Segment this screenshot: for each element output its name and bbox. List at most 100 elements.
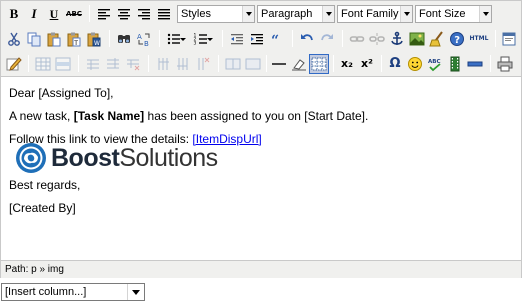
remove-format-button[interactable] <box>289 54 309 74</box>
indent-button[interactable] <box>247 29 267 49</box>
paste-word-button[interactable]: W <box>84 29 104 49</box>
logo-text-boost: Boost <box>51 144 120 172</box>
find-button[interactable] <box>114 29 134 49</box>
split-cells-button[interactable] <box>223 54 243 74</box>
edit-button[interactable] <box>4 54 24 74</box>
align-justify-button[interactable] <box>154 4 174 24</box>
svg-text:B: B <box>144 40 149 47</box>
blockquote-icon: “ <box>271 33 279 47</box>
insert-row-after-icon <box>107 58 119 69</box>
paste-button[interactable] <box>44 29 64 49</box>
paragraph-dropdown[interactable]: Paragraph <box>257 5 335 23</box>
created-by-line: [Created By] <box>9 201 76 215</box>
html-source-button[interactable]: HTML <box>467 29 491 49</box>
horizontal-rule-button[interactable] <box>269 54 289 74</box>
html-source-icon: HTML <box>469 35 489 42</box>
special-char-button[interactable]: Ω <box>385 54 405 74</box>
align-center-button[interactable] <box>114 4 134 24</box>
paste-icon <box>47 32 61 47</box>
logo-text-solutions: Solutions <box>119 144 218 172</box>
split-cells-icon <box>225 58 241 70</box>
undo-button[interactable] <box>297 29 317 49</box>
preview-button[interactable] <box>499 29 519 49</box>
table-button[interactable] <box>33 54 53 74</box>
anchor-button[interactable] <box>387 29 407 49</box>
svg-text:?: ? <box>454 35 460 46</box>
align-left-icon <box>98 9 110 20</box>
link-button[interactable] <box>347 29 367 49</box>
chevron-down-icon <box>322 6 334 22</box>
align-right-button[interactable] <box>134 4 154 24</box>
visual-aid-button[interactable] <box>309 54 329 74</box>
subscript-icon: x₂ <box>341 57 353 70</box>
emoticons-button[interactable] <box>405 54 425 74</box>
find-icon <box>118 35 130 43</box>
image-button[interactable] <box>407 29 427 49</box>
replace-icon: AB <box>137 33 150 47</box>
outdent-button[interactable] <box>227 29 247 49</box>
element-path: Path: p » img <box>5 264 64 275</box>
align-center-icon <box>118 9 130 20</box>
italic-button[interactable]: I <box>24 4 44 24</box>
media-button[interactable] <box>445 54 465 74</box>
insert-col-after-icon <box>177 58 188 70</box>
help-icon: ? <box>450 32 464 46</box>
svg-text:T: T <box>73 40 78 47</box>
emoticons-icon <box>408 57 422 71</box>
chevron-down-icon <box>127 284 144 300</box>
toolbar-row-1: B I U ABC Styles Paragraph Font Family F… <box>1 1 521 26</box>
copy-icon <box>27 32 41 47</box>
underline-button[interactable]: U <box>44 4 64 24</box>
insert-col-after-button[interactable] <box>173 54 193 74</box>
insert-row-before-button[interactable] <box>83 54 103 74</box>
svg-text:“: “ <box>271 33 279 47</box>
styles-dropdown[interactable]: Styles <box>177 5 255 23</box>
cut-button[interactable] <box>4 29 24 49</box>
remove-format-icon <box>292 59 306 71</box>
subscript-button[interactable]: x₂ <box>337 54 357 74</box>
font-size-dropdown[interactable]: Font Size <box>415 5 492 23</box>
delete-row-button[interactable] <box>123 54 143 74</box>
spellcheck-button[interactable]: ABC <box>425 54 445 74</box>
regards-line: Best regards, <box>9 178 81 192</box>
special-char-icon: Ω <box>389 56 401 71</box>
link-icon <box>349 36 365 42</box>
align-left-button[interactable] <box>94 4 114 24</box>
insert-column-value: [Insert column...] <box>5 286 87 298</box>
insert-row-after-button[interactable] <box>103 54 123 74</box>
row-props-button[interactable] <box>53 54 73 74</box>
image-icon <box>409 32 425 46</box>
redo-button[interactable] <box>317 29 337 49</box>
unlink-button[interactable] <box>367 29 387 49</box>
bold-button[interactable]: B <box>4 4 24 24</box>
paste-text-icon: T <box>67 32 81 47</box>
font-family-dropdown[interactable]: Font Family <box>337 5 413 23</box>
paragraph-label: Paragraph <box>261 8 313 20</box>
print-button[interactable] <box>495 54 515 74</box>
visual-aid-icon <box>311 57 327 71</box>
cleanup-button[interactable] <box>427 29 447 49</box>
chevron-down-icon <box>479 6 491 22</box>
delete-col-button[interactable] <box>193 54 213 74</box>
advanced-hr-button[interactable] <box>465 54 485 74</box>
copy-button[interactable] <box>24 29 44 49</box>
boostsolutions-logo[interactable]: BoostSolutions <box>15 142 225 174</box>
svg-text:A: A <box>137 33 142 41</box>
toolbar-row-2: T W AB 123 “ ? HTML <box>1 26 521 51</box>
table-icon <box>35 57 51 71</box>
merge-cells-button[interactable] <box>243 54 263 74</box>
help-button[interactable]: ? <box>447 29 467 49</box>
anchor-icon <box>391 31 403 45</box>
superscript-button[interactable]: x² <box>357 54 377 74</box>
greeting-line: Dear [Assigned To], <box>9 86 114 100</box>
insert-col-before-button[interactable] <box>153 54 173 74</box>
print-icon <box>497 56 513 72</box>
paste-word-icon: W <box>87 32 101 47</box>
strikethrough-button[interactable]: ABC <box>64 4 84 24</box>
paste-text-button[interactable]: T <box>64 29 84 49</box>
insert-column-select[interactable]: [Insert column...] <box>1 283 145 301</box>
numbered-list-dropdown[interactable] <box>205 29 215 49</box>
replace-button[interactable]: AB <box>134 29 154 49</box>
blockquote-button[interactable]: “ <box>267 29 287 49</box>
bullet-list-dropdown[interactable] <box>178 29 188 49</box>
